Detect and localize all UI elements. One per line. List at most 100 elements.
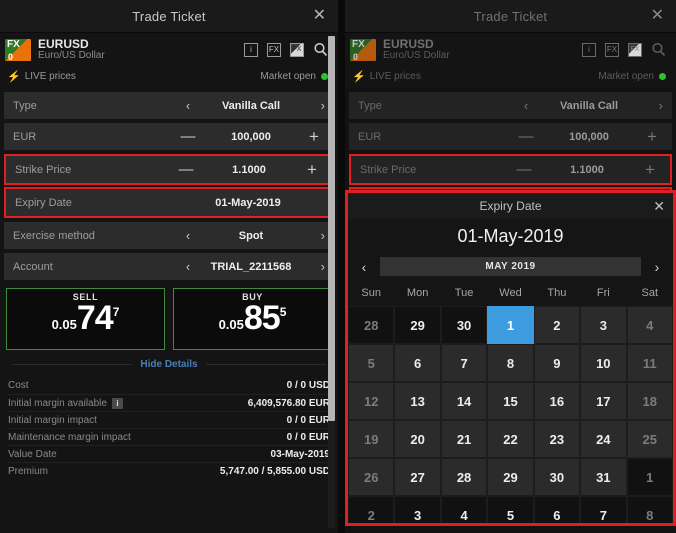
form-row-inner[interactable]: Type ‹ Vanilla Call ›	[349, 92, 672, 119]
chevron-right-icon[interactable]: ›	[303, 259, 325, 274]
chevron-left-icon[interactable]: ‹	[177, 98, 199, 113]
chevron-left-icon[interactable]: ‹	[177, 228, 199, 243]
calendar-day[interactable]: 3	[394, 496, 441, 523]
calendar-day[interactable]: 5	[348, 344, 395, 382]
calendar-prev-month-button[interactable]: ‹	[354, 259, 374, 275]
calendar-day[interactable]: 27	[394, 458, 441, 496]
form-row-value[interactable]: Vanilla Call	[199, 100, 303, 112]
calendar-day[interactable]: 8	[626, 496, 673, 523]
calendar-day[interactable]: 17	[580, 382, 627, 420]
decrement-button[interactable]: —	[175, 162, 197, 177]
calendar-day[interactable]: 28	[440, 458, 488, 496]
form-row-value[interactable]: 100,000	[199, 131, 303, 143]
chart-icon-right[interactable]: FX	[628, 42, 642, 57]
increment-button[interactable]: +	[639, 161, 661, 178]
form-row-inner[interactable]: Type ‹ Vanilla Call ›	[4, 92, 334, 119]
form-row-strike-price-right: Strike Price —1.1000 +	[349, 154, 672, 185]
calendar-day[interactable]: 5	[487, 496, 534, 523]
form-row-inner[interactable]: EUR —100,000 +	[4, 123, 334, 150]
hide-details-link[interactable]: Hide Details	[140, 359, 197, 370]
calendar-day[interactable]: 29	[487, 458, 534, 496]
info-icon[interactable]: i	[111, 397, 123, 409]
calendar-day[interactable]: 7	[440, 344, 488, 382]
calendar-day[interactable]: 29	[394, 306, 441, 344]
scrollbar[interactable]	[328, 36, 335, 528]
calendar-day[interactable]: 24	[580, 420, 627, 458]
form-row-value[interactable]: TRIAL_2211568	[199, 261, 303, 273]
calendar-day[interactable]: 7	[580, 496, 627, 523]
scrollbar-thumb[interactable]	[328, 36, 335, 421]
calendar-next-month-button[interactable]: ›	[647, 259, 667, 275]
info-icon[interactable]: i	[244, 42, 258, 57]
calendar-close-icon[interactable]: ✕	[653, 198, 665, 215]
form-row-inner[interactable]: EUR —100,000 +	[349, 123, 672, 150]
calendar-day[interactable]: 6	[394, 344, 441, 382]
calendar-day[interactable]: 23	[533, 420, 581, 458]
calendar-day[interactable]: 20	[394, 420, 441, 458]
search-icon-right[interactable]	[651, 42, 666, 57]
form-row-value[interactable]: 1.1000	[197, 164, 301, 176]
calendar-day[interactable]: 10	[580, 344, 627, 382]
calendar-day[interactable]: 2	[348, 496, 395, 523]
detail-label-text: Cost	[8, 380, 29, 391]
calendar-day[interactable]: 26	[348, 458, 395, 496]
chevron-right-icon[interactable]: ›	[641, 98, 663, 113]
calendar-day[interactable]: 6	[533, 496, 581, 523]
chevron-left-icon[interactable]: ‹	[515, 98, 537, 113]
calendar-day[interactable]: 25	[626, 420, 673, 458]
calendar-day[interactable]: 30	[533, 458, 581, 496]
calendar-day[interactable]: 4	[440, 496, 488, 523]
close-icon-right[interactable]: ✕	[651, 8, 664, 24]
chevron-right-icon[interactable]: ›	[303, 98, 325, 113]
calendar-day[interactable]: 3	[580, 306, 627, 344]
form-row-inner[interactable]: Strike Price —1.1000 +	[351, 156, 670, 183]
calendar-day[interactable]: 18	[626, 382, 673, 420]
calendar-day[interactable]: 15	[487, 382, 534, 420]
info-icon-right[interactable]: i	[582, 42, 596, 57]
calendar-day[interactable]: 31	[580, 458, 627, 496]
form-row-inner[interactable]: Account‹TRIAL_2211568›	[4, 253, 334, 280]
form-row-value[interactable]: 100,000	[537, 131, 641, 143]
chevron-left-icon[interactable]: ‹	[177, 259, 199, 274]
fx-icon[interactable]: FX	[267, 42, 281, 57]
form-row-value[interactable]: 1.1000	[535, 164, 639, 176]
decrement-button[interactable]: —	[515, 129, 537, 144]
calendar-day[interactable]: 14	[440, 382, 488, 420]
calendar-day[interactable]: 8	[487, 344, 534, 382]
calendar-day[interactable]: 4	[626, 306, 673, 344]
increment-button[interactable]: +	[303, 128, 325, 145]
calendar-day[interactable]: 30	[440, 306, 488, 344]
calendar-day[interactable]: 9	[533, 344, 581, 382]
form-row-value[interactable]: Spot	[199, 230, 303, 242]
live-status-bar-right: ⚡ LIVE prices Market open	[345, 66, 676, 87]
form-row-inner[interactable]: Expiry Date 01-May-2019	[6, 189, 332, 216]
calendar-day[interactable]: 1	[626, 458, 673, 496]
increment-button[interactable]: +	[301, 161, 323, 178]
calendar-day[interactable]: 19	[348, 420, 395, 458]
form-row-inner[interactable]: Exercise method‹Spot›	[4, 222, 334, 249]
calendar-day[interactable]: 22	[487, 420, 534, 458]
fx-icon-right[interactable]: FX	[605, 42, 619, 57]
calendar-day[interactable]: 16	[533, 382, 581, 420]
chart-icon[interactable]: FX	[290, 42, 304, 57]
calendar-day[interactable]: 28	[348, 306, 395, 344]
calendar-day[interactable]: 11	[626, 344, 673, 382]
calendar-day-selected[interactable]: 1	[487, 306, 534, 344]
calendar-day[interactable]: 2	[533, 306, 581, 344]
sell-button[interactable]: SELL 0.05 74 7	[6, 288, 165, 350]
calendar-day[interactable]: 13	[394, 382, 441, 420]
form-row-value[interactable]: 01-May-2019	[173, 197, 323, 209]
chevron-right-icon[interactable]: ›	[303, 228, 325, 243]
form-row-inner[interactable]: Strike Price —1.1000 +	[6, 156, 332, 183]
form-row-value[interactable]: Vanilla Call	[537, 100, 641, 112]
increment-button[interactable]: +	[641, 128, 663, 145]
buy-button[interactable]: BUY 0.05 85 5	[173, 288, 332, 350]
decrement-button[interactable]: —	[177, 129, 199, 144]
decrement-button[interactable]: —	[513, 162, 535, 177]
close-icon[interactable]: ✕	[313, 8, 326, 24]
search-icon[interactable]	[313, 42, 328, 57]
calendar-month-label[interactable]: MAY 2019	[380, 257, 641, 276]
calendar-day[interactable]: 21	[440, 420, 488, 458]
live-status-bar: ⚡ LIVE prices Market open	[0, 66, 338, 87]
calendar-day[interactable]: 12	[348, 382, 395, 420]
